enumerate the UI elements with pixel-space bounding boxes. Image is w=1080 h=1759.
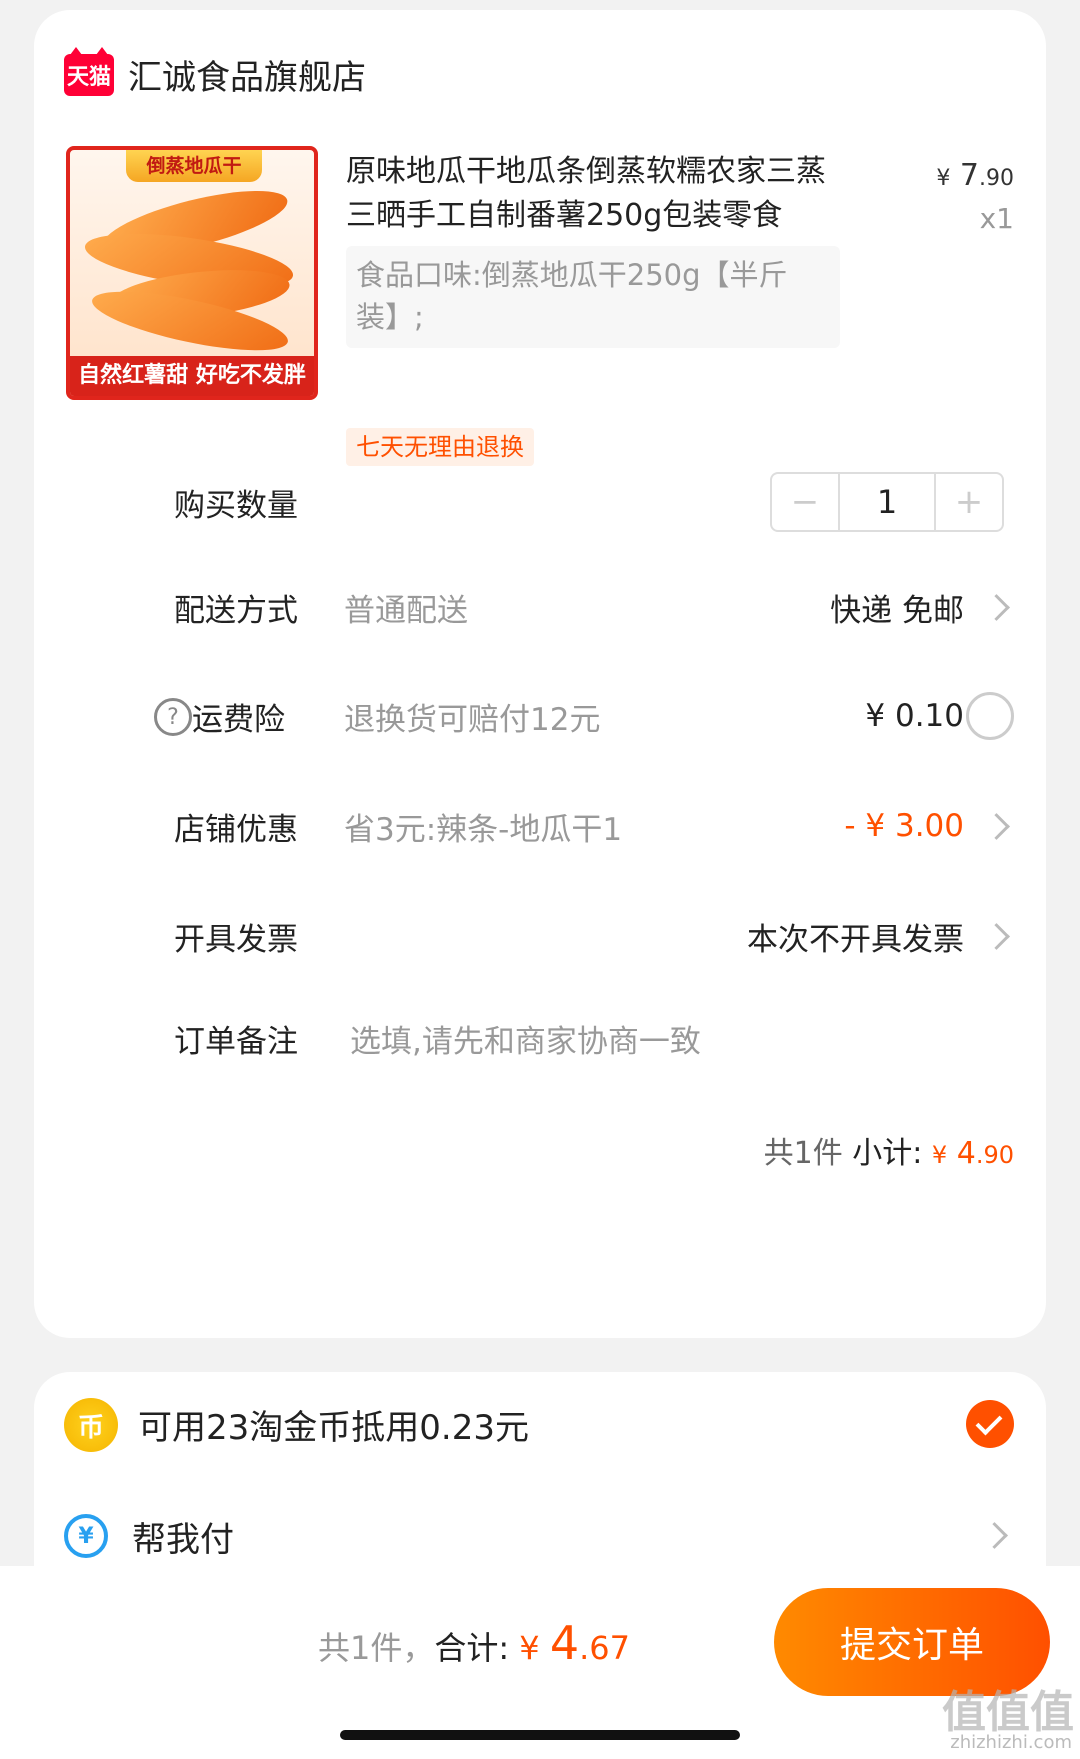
invoice-value: 本次不开具发票 xyxy=(747,921,964,958)
watermark-url: zhizhizhi.com xyxy=(950,1732,1072,1753)
discount-label: 店铺优惠 xyxy=(174,811,298,848)
chevron-right-icon xyxy=(983,812,1010,840)
tmall-logo-icon: 天猫 xyxy=(64,46,114,96)
insurance-label: 运费险 xyxy=(192,701,285,738)
shipping-insurance-row: ? 运费险 退换货可赔付12元 ¥ 0.10 xyxy=(34,686,1046,746)
return-policy-tag: 七天无理由退换 xyxy=(346,428,534,466)
invoice-row[interactable]: 开具发票 本次不开具发票 xyxy=(34,906,1046,966)
help-pay-label[interactable]: 帮我付 xyxy=(132,1512,234,1561)
discount-amount: - ¥ 3.00 xyxy=(844,808,964,844)
note-input[interactable]: 选填,请先和商家协商一致 xyxy=(350,1016,701,1061)
product-image-bottom-ribbon: 自然红薯甜 好吃不发胖 xyxy=(70,356,314,396)
taobao-coin-icon: 币 xyxy=(64,1398,118,1452)
store-header[interactable]: 天猫 汇诚食品旗舰店 xyxy=(64,46,366,99)
watermark-logo: 值值值 xyxy=(942,1687,1074,1738)
sku-selector[interactable]: 食品口味:倒蒸地瓜干250g【半斤装】; xyxy=(346,246,840,348)
order-note-row: 订单备注 选填,请先和商家协商一致 xyxy=(34,1008,1046,1068)
invoice-label: 开具发票 xyxy=(174,921,298,958)
quantity-row: 购买数量 − 1 + xyxy=(34,472,1046,532)
product-quantity: x1 xyxy=(979,202,1014,235)
decrease-button[interactable]: − xyxy=(772,474,838,530)
quantity-label: 购买数量 xyxy=(174,487,298,524)
order-card: 天猫 汇诚食品旗舰店 倒蒸地瓜干 自然红薯甜 好吃不发胖 原味地瓜干地瓜条倒蒸软… xyxy=(34,10,1046,1338)
help-icon[interactable]: ? xyxy=(154,698,192,736)
insurance-price: ¥ 0.10 xyxy=(865,698,964,734)
subtotal: 共1件 小计: ¥ 4.90 xyxy=(763,1136,1014,1171)
store-name[interactable]: 汇诚食品旗舰店 xyxy=(128,50,366,99)
order-total: 共1件，合计: ¥ 4.67 xyxy=(317,1616,630,1670)
increase-button[interactable]: + xyxy=(936,474,1002,530)
chevron-right-icon xyxy=(983,593,1010,621)
store-discount-row[interactable]: 店铺优惠 省3元:辣条-地瓜干1 - ¥ 3.00 xyxy=(34,796,1046,856)
product-image[interactable]: 倒蒸地瓜干 自然红薯甜 好吃不发胖 xyxy=(66,146,318,400)
product-title[interactable]: 原味地瓜干地瓜条倒蒸软糯农家三蒸三晒手工自制番薯250g包装零食 xyxy=(346,150,836,238)
checkmark-icon[interactable] xyxy=(966,1400,1014,1448)
delivery-method: 普通配送 xyxy=(344,592,468,629)
quantity-value[interactable]: 1 xyxy=(838,474,936,530)
delivery-row[interactable]: 配送方式 普通配送 快递 免邮 xyxy=(34,577,1046,637)
note-label: 订单备注 xyxy=(174,1023,298,1060)
delivery-label: 配送方式 xyxy=(174,592,298,629)
coin-deduction-text: 可用23淘金币抵用0.23元 xyxy=(138,1408,529,1448)
product-price: ¥ 7.90 xyxy=(936,158,1014,193)
quantity-stepper[interactable]: − 1 + xyxy=(770,472,1004,532)
product-image-top-ribbon: 倒蒸地瓜干 xyxy=(126,150,262,182)
checkout-bar: 共1件，合计: ¥ 4.67 提交订单 值值值 zhizhizhi.com xyxy=(0,1566,1080,1759)
chevron-right-icon[interactable] xyxy=(981,1522,1008,1549)
home-indicator[interactable] xyxy=(340,1730,740,1740)
chevron-right-icon xyxy=(983,922,1010,950)
insurance-desc: 退换货可赔付12元 xyxy=(344,701,601,738)
discount-desc: 省3元:辣条-地瓜干1 xyxy=(344,811,623,848)
insurance-radio[interactable] xyxy=(966,692,1014,740)
delivery-fee: 快递 免邮 xyxy=(830,592,964,629)
help-pay-icon: ¥ xyxy=(64,1514,108,1558)
